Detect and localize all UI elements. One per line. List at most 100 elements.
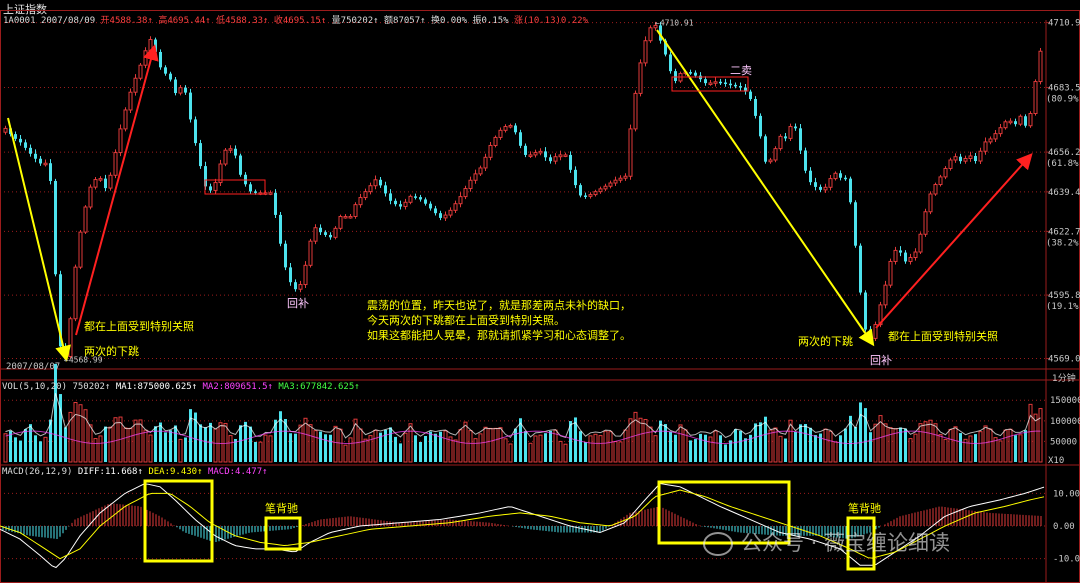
volume-bar-down bbox=[184, 437, 187, 462]
candle-up bbox=[963, 157, 968, 162]
volume-bar-down bbox=[59, 394, 62, 462]
candle-down bbox=[439, 213, 442, 218]
candle-up bbox=[533, 152, 538, 156]
volume-bar-up bbox=[978, 431, 983, 463]
volume-bar-down bbox=[544, 433, 547, 462]
volume-bar-down bbox=[324, 434, 327, 462]
candle-up bbox=[228, 148, 233, 151]
volume-bar-up bbox=[133, 419, 138, 463]
candle-up bbox=[408, 195, 413, 203]
volume-bar-down bbox=[319, 431, 322, 462]
candle-up bbox=[913, 251, 918, 259]
candle-up bbox=[968, 155, 973, 159]
candle-down bbox=[384, 185, 387, 194]
volume-bar-down bbox=[744, 438, 747, 462]
candle-up bbox=[638, 62, 643, 94]
candle-down bbox=[579, 185, 582, 196]
candle-down bbox=[279, 214, 282, 244]
volume-bar-up bbox=[988, 428, 993, 463]
volume-bar-down bbox=[39, 441, 42, 462]
volume-bar-up bbox=[608, 431, 613, 463]
volume-bar-up bbox=[533, 435, 538, 463]
candle-up bbox=[713, 81, 718, 84]
candle-up bbox=[453, 203, 458, 211]
candle-down bbox=[739, 86, 742, 88]
volume-bar-up bbox=[983, 425, 988, 463]
volume-bar-up bbox=[148, 434, 153, 463]
candle-up bbox=[988, 138, 993, 143]
volume-bar-up bbox=[933, 423, 938, 463]
volume-bar-down bbox=[704, 434, 707, 462]
volume-bar-up bbox=[228, 435, 233, 463]
volume-bar-up bbox=[218, 422, 223, 463]
candle-down bbox=[899, 250, 902, 253]
candle-up bbox=[603, 185, 608, 190]
candle-down bbox=[189, 92, 192, 120]
volume-bar-down bbox=[754, 423, 757, 462]
volume-bar-down bbox=[14, 437, 17, 462]
volume-bar-up bbox=[268, 435, 273, 463]
candle-down bbox=[274, 192, 277, 215]
candle-down bbox=[544, 151, 547, 158]
candle-down bbox=[24, 142, 27, 148]
candle-up bbox=[648, 27, 653, 42]
candle-up bbox=[883, 284, 888, 306]
candle-down bbox=[854, 202, 857, 246]
volume-bar-up bbox=[498, 427, 503, 463]
candle-up bbox=[1003, 121, 1008, 129]
volume-bar-up bbox=[313, 430, 318, 463]
candle-up bbox=[588, 194, 593, 197]
annotation-divergence-left: 笔背驰 bbox=[265, 502, 298, 515]
volume-bar-down bbox=[424, 435, 427, 462]
candle-up bbox=[178, 87, 183, 94]
candle-up bbox=[628, 128, 633, 177]
price-tick-label: 4622.7 bbox=[1048, 227, 1080, 237]
candle-up bbox=[143, 50, 148, 66]
volume-bar-down bbox=[239, 425, 242, 462]
candle-up bbox=[593, 191, 598, 196]
candle-down bbox=[194, 119, 197, 144]
candle-up bbox=[608, 182, 613, 187]
candle-down bbox=[1014, 121, 1017, 125]
candle-up bbox=[918, 233, 923, 253]
macd-tick-label: -10.00 bbox=[1053, 555, 1080, 565]
volume-bar-up bbox=[453, 439, 458, 463]
candle-up bbox=[308, 240, 313, 266]
volume-bar-down bbox=[189, 409, 192, 462]
candle-up bbox=[358, 197, 363, 206]
volume-bar-down bbox=[784, 438, 787, 462]
volume-bar-down bbox=[734, 429, 737, 462]
timeframe-label[interactable]: 1分钟 bbox=[1052, 371, 1076, 384]
volume-bar-up bbox=[493, 427, 498, 463]
candle-up bbox=[78, 231, 83, 268]
candle-up bbox=[538, 150, 543, 154]
candle-up bbox=[928, 193, 933, 213]
volume-bar-up bbox=[613, 441, 618, 463]
candle-up bbox=[1033, 81, 1038, 115]
candle-down bbox=[864, 292, 867, 330]
volume-bar-up bbox=[968, 435, 973, 463]
volume-bar-up bbox=[478, 433, 483, 463]
candle-down bbox=[169, 73, 172, 80]
volume-bar-down bbox=[294, 433, 297, 462]
chart-svg: 4710.9 4683.5(80.9%) 4656.2(61.8%) 4639.4 46… bbox=[0, 10, 1080, 583]
annotation-refill-left: 回补 bbox=[287, 297, 309, 310]
candle-up bbox=[993, 133, 998, 140]
x10-label: X10 bbox=[1048, 456, 1065, 466]
axis-labels: 4710.9 4683.5(80.9%) 4656.2(61.8%) 4639.4 46… bbox=[64, 19, 1080, 565]
candle-up bbox=[1028, 113, 1033, 127]
volume-bar-up bbox=[643, 418, 648, 463]
candle-down bbox=[514, 125, 517, 133]
candle-down bbox=[199, 143, 202, 167]
volume-bar-up bbox=[408, 423, 413, 463]
candle-down bbox=[809, 170, 812, 183]
volume-bar-down bbox=[694, 439, 697, 462]
volume-bar-down bbox=[674, 434, 677, 462]
volume-bar-down bbox=[159, 422, 162, 462]
volume-bar-up bbox=[653, 435, 658, 463]
wechat-logo-icon bbox=[703, 532, 733, 556]
volume-bar-up bbox=[373, 429, 378, 463]
vol-title: VOL(5,10,20) bbox=[2, 382, 68, 392]
candle-down bbox=[174, 79, 177, 94]
candle-down bbox=[549, 157, 552, 162]
